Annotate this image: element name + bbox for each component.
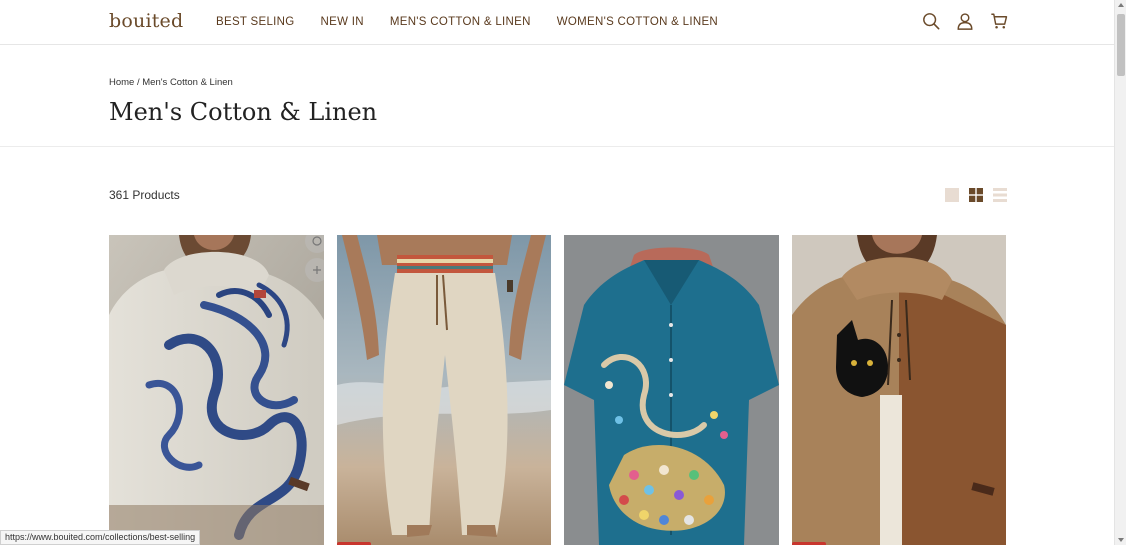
product-image[interactable] [337, 235, 551, 545]
nav-item-new-in[interactable]: NEW IN [321, 16, 364, 28]
add-to-cart-button[interactable] [305, 258, 324, 282]
main-nav: BEST SELING NEW IN MEN'S COTTON & LINEN … [216, 16, 744, 28]
view-toggle-group [945, 188, 1007, 202]
section-divider [0, 146, 1114, 147]
nav-item-best-selling[interactable]: BEST SELING [216, 16, 295, 28]
breadcrumb-separator: / [136, 77, 140, 88]
product-card[interactable] [792, 235, 1007, 545]
scroll-down-icon[interactable] [1118, 538, 1124, 542]
cart-icon[interactable] [990, 12, 1008, 32]
page-scrollbar[interactable] [1114, 0, 1126, 545]
product-image[interactable] [792, 235, 1006, 545]
grid-2-view-icon[interactable] [945, 188, 959, 202]
product-card[interactable] [564, 235, 779, 545]
header-actions [922, 12, 1008, 32]
product-image[interactable] [109, 235, 324, 545]
nav-item-womens-cotton-linen[interactable]: WOMEN'S COTTON & LINEN [557, 16, 718, 28]
product-image[interactable] [564, 235, 779, 545]
search-icon[interactable] [922, 12, 940, 32]
product-grid [109, 235, 1006, 545]
status-bar-url: https://www.bouited.com/collections/best… [0, 530, 201, 545]
list-view-icon[interactable] [993, 188, 1007, 202]
brand-logo[interactable]: bouited [109, 10, 183, 32]
product-card[interactable] [109, 235, 324, 545]
breadcrumb-home[interactable]: Home [109, 77, 134, 88]
site-header: bouited BEST SELING NEW IN MEN'S COTTON … [0, 0, 1114, 45]
grid-4-view-icon[interactable] [969, 188, 983, 202]
breadcrumb: Home / Men's Cotton & Linen [109, 77, 233, 88]
page-title: Men's Cotton & Linen [109, 98, 378, 126]
scroll-up-icon[interactable] [1118, 3, 1124, 7]
product-card[interactable] [337, 235, 552, 545]
product-count: 361 Products [109, 188, 180, 202]
scrollbar-thumb[interactable] [1117, 14, 1125, 76]
user-icon[interactable] [956, 12, 974, 32]
breadcrumb-current: Men's Cotton & Linen [142, 77, 233, 88]
nav-item-mens-cotton-linen[interactable]: MEN'S COTTON & LINEN [390, 16, 531, 28]
